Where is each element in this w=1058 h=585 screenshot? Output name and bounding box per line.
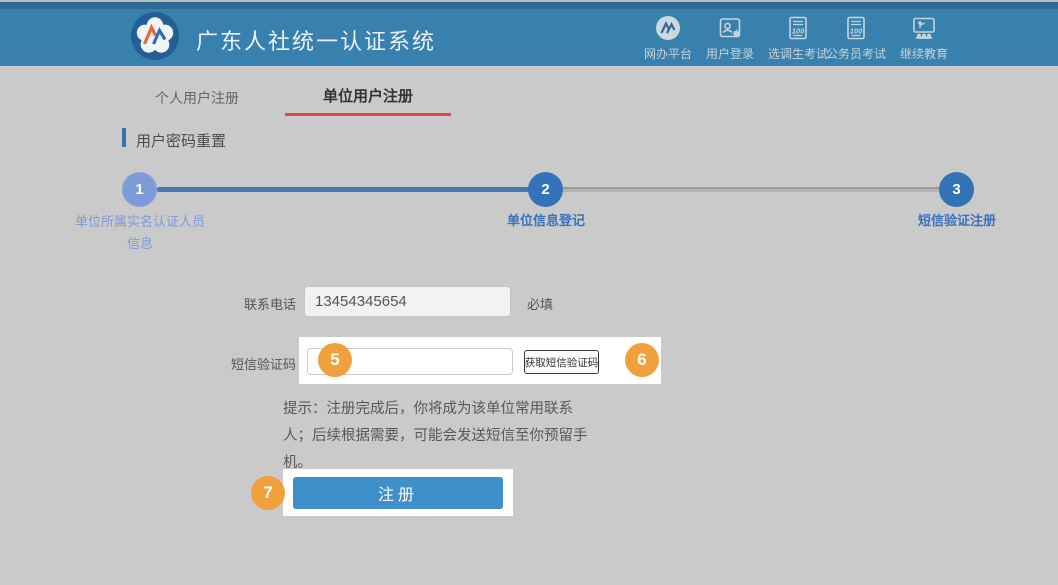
nav-item-continuing-education[interactable]: 继续教育 bbox=[881, 13, 967, 62]
step-2-label: 单位信息登记 bbox=[436, 210, 656, 229]
register-button[interactable]: 注册 bbox=[293, 477, 503, 509]
svg-text:100: 100 bbox=[850, 27, 863, 36]
registration-tip: 提示：注册完成后，你将成为该单位常用联系 人；后续根据需要，可能会发送短信至你预… bbox=[283, 396, 588, 477]
annotation-badge-7: 7 bbox=[251, 476, 285, 510]
nav-label: 继续教育 bbox=[881, 45, 967, 62]
app-logo-icon bbox=[130, 11, 180, 61]
presentation-icon bbox=[881, 13, 967, 43]
tab-personal-register[interactable]: 个人用户注册 bbox=[155, 88, 239, 108]
section-title: 用户密码重置 bbox=[136, 130, 226, 151]
header-bar: 广东人社统一认证系统 网办平台 bbox=[0, 0, 1058, 66]
app-title: 广东人社统一认证系统 bbox=[196, 24, 436, 56]
step-circle-1: 1 bbox=[122, 172, 157, 207]
tip-line-2: 人；后续根据需要，可能会发送短信至你预留手 bbox=[283, 423, 588, 450]
section-title-bar bbox=[122, 128, 126, 147]
required-hint: 必填 bbox=[527, 294, 553, 313]
step-3-label: 短信验证注册 bbox=[847, 210, 1058, 229]
get-sms-code-button[interactable]: 获取短信验证码 bbox=[524, 350, 599, 374]
step-circle-3: 3 bbox=[939, 172, 974, 207]
progress-line-done bbox=[157, 187, 529, 192]
phone-input[interactable] bbox=[304, 286, 511, 317]
step-1-label-line2: 信息 bbox=[30, 233, 250, 252]
annotation-badge-5: 5 bbox=[318, 343, 352, 377]
svg-text:100: 100 bbox=[792, 27, 805, 36]
phone-label: 联系电话 bbox=[190, 294, 296, 313]
step-1-label: 单位所属实名认证人员 bbox=[30, 211, 250, 230]
tab-company-register[interactable]: 单位用户注册 bbox=[285, 85, 451, 116]
tip-line-1: 提示：注册完成后，你将成为该单位常用联系 bbox=[283, 396, 588, 423]
annotation-badge-6: 6 bbox=[625, 343, 659, 377]
page: 广东人社统一认证系统 网办平台 bbox=[0, 0, 1058, 585]
progress-line-upcoming bbox=[563, 187, 940, 192]
step-circle-2: 2 bbox=[528, 172, 563, 207]
sms-code-label: 短信验证码 bbox=[190, 354, 296, 373]
